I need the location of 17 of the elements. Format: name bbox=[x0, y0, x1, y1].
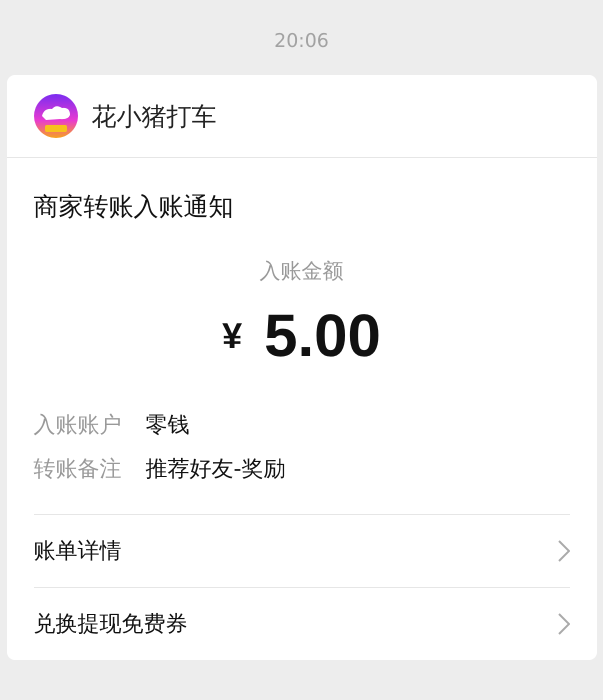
detail-label: 入账账户 bbox=[34, 412, 122, 440]
chevron-icon bbox=[558, 613, 570, 635]
link-label: 账单详情 bbox=[34, 538, 122, 566]
message-time: 20:06 bbox=[274, 30, 329, 54]
amount-value: 5.00 bbox=[264, 301, 381, 370]
detail-value: 零钱 bbox=[146, 412, 190, 440]
chevron-icon bbox=[558, 540, 570, 562]
notification-title: 商家转账入账通知 bbox=[34, 191, 234, 223]
link-row[interactable]: 账单详情 bbox=[34, 514, 570, 587]
app-logo-icon bbox=[34, 94, 78, 138]
sender-name: 花小猪打车 bbox=[92, 100, 216, 132]
currency-symbol: ¥ bbox=[222, 314, 242, 356]
amount-label: 入账金额 bbox=[260, 258, 344, 285]
link-label: 兑换提现免费券 bbox=[34, 611, 188, 639]
detail-label: 转账备注 bbox=[34, 456, 122, 484]
link-row[interactable]: 兑换提现免费券 bbox=[34, 587, 570, 660]
detail-value: 推荐好友-奖励 bbox=[146, 456, 286, 484]
